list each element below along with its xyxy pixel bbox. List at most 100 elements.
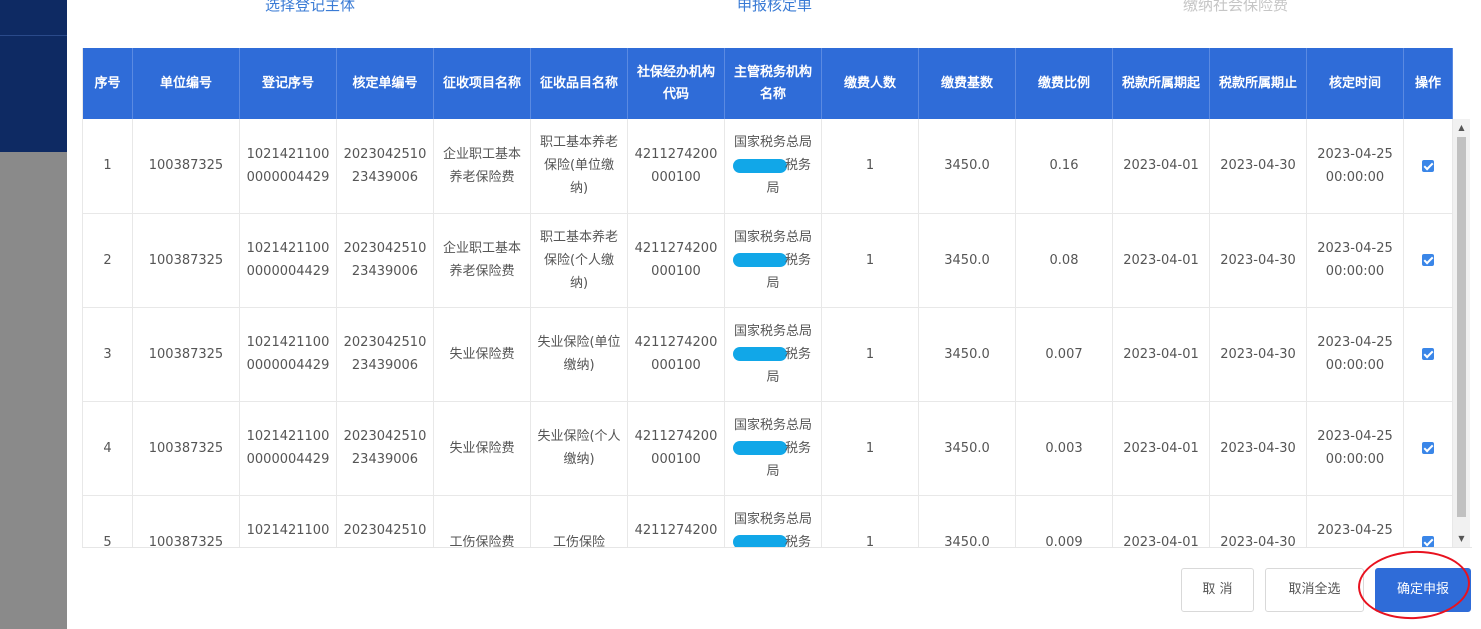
cell-sub: 失业保险(个人缴纳) xyxy=(530,401,628,496)
cell-time: 2023-04-25 00:00:00 xyxy=(1306,401,1404,496)
background-navy-header xyxy=(0,0,67,152)
cell-check: 202304251023439006 xyxy=(336,213,434,308)
cell-start: 2023-04-01 xyxy=(1112,119,1210,214)
tax-org-prefix: 国家税务总局 xyxy=(733,323,812,339)
checked-checkbox-icon[interactable] xyxy=(1422,442,1434,454)
column-header: 社保经办机构代码 xyxy=(627,48,725,119)
cell-end: 2023-04-30 xyxy=(1209,119,1307,214)
column-header: 核定单编号 xyxy=(336,48,434,119)
cell-sub: 职工基本养老保险(个人缴纳) xyxy=(530,213,628,308)
cell-operation xyxy=(1403,495,1453,547)
cell-unit: 100387325 xyxy=(132,401,240,496)
column-header: 征收项目名称 xyxy=(433,48,531,119)
step-select-subject: 选择登记主体 xyxy=(265,0,356,14)
tax-org-prefix: 国家税务总局 xyxy=(733,417,812,433)
cell-end: 2023-04-30 xyxy=(1209,401,1307,496)
cell-item: 工伤保险费 xyxy=(433,495,531,547)
table-row[interactable]: 1 100387325 10214211000000004429 2023042510… xyxy=(82,119,1453,214)
cell-org_code: 4211274200000100 xyxy=(627,307,725,402)
scroll-thumb[interactable] xyxy=(1457,137,1466,517)
cell-unit: 100387325 xyxy=(132,213,240,308)
cell-reg: 10214211000000004429 xyxy=(239,307,337,402)
cell-item: 企业职工基本养老保险费 xyxy=(433,119,531,214)
cell-operation xyxy=(1403,119,1453,214)
cell-time: 2023-04-25 00:00:00 xyxy=(1306,213,1404,308)
cell-count: 1 xyxy=(821,307,919,402)
cell-unit: 100387325 xyxy=(132,307,240,402)
column-header: 序号 xyxy=(82,48,133,119)
table-scrollbar[interactable]: ▲ ▼ xyxy=(1453,119,1470,547)
cell-ratio: 0.003 xyxy=(1015,401,1113,496)
cell-item: 企业职工基本养老保险费 xyxy=(433,213,531,308)
table-row[interactable]: 5100387325102142110000000044292023042510… xyxy=(82,495,1453,547)
cell-base: 3450.0 xyxy=(918,119,1016,214)
cell-check: 202304251023439006 xyxy=(336,401,434,496)
step-pay-insurance: 缴纳社会保险费 xyxy=(1183,0,1289,14)
cancel-button[interactable]: 取 消 xyxy=(1181,568,1254,612)
cell-item: 失业保险费 xyxy=(433,401,531,496)
cell-tax-org: 国家税务总局税务局 xyxy=(724,307,822,402)
cell-base: 3450.0 xyxy=(918,495,1016,547)
cell-reg: 10214211000000004429 xyxy=(239,495,337,547)
cell-end: 2023-04-30 xyxy=(1209,213,1307,308)
column-header: 缴费基数 xyxy=(918,48,1016,119)
cell-unit: 100387325 xyxy=(132,495,240,547)
cell-check: 202304251023439006 xyxy=(336,119,434,214)
cell-reg: 10214211000000004429 xyxy=(239,119,337,214)
cell-base: 3450.0 xyxy=(918,213,1016,308)
redaction-mark xyxy=(732,158,787,173)
cell-tax-org: 国家税务总局税务局 xyxy=(724,495,822,547)
checked-checkbox-icon[interactable] xyxy=(1422,348,1434,360)
checked-checkbox-icon[interactable] xyxy=(1422,536,1434,547)
cell-sub: 职工基本养老保险(单位缴纳) xyxy=(530,119,628,214)
cell-org_code: 4211274200000100 xyxy=(627,119,725,214)
cell-ratio: 0.08 xyxy=(1015,213,1113,308)
column-header: 单位编号 xyxy=(132,48,240,119)
cell-count: 1 xyxy=(821,213,919,308)
background-overlay xyxy=(0,0,67,629)
redaction-mark xyxy=(732,347,787,361)
cell-operation xyxy=(1403,213,1453,308)
table-row[interactable]: 4 100387325 10214211000000004429 2023042510… xyxy=(82,401,1453,496)
cell-ratio: 0.16 xyxy=(1015,119,1113,214)
redaction-mark xyxy=(732,535,787,547)
cell-reg: 10214211000000004429 xyxy=(239,213,337,308)
redaction-mark xyxy=(732,441,787,455)
cell-sub: 失业保险(单位缴纳) xyxy=(530,307,628,402)
cell-count: 1 xyxy=(821,401,919,496)
table-row[interactable]: 3 100387325 10214211000000004429 2023042510… xyxy=(82,307,1453,402)
column-header: 征收品目名称 xyxy=(530,48,628,119)
cell-org_code: 4211274200000100 xyxy=(627,401,725,496)
checked-checkbox-icon[interactable] xyxy=(1422,254,1434,266)
cell-item: 失业保险费 xyxy=(433,307,531,402)
cell-operation xyxy=(1403,401,1453,496)
cell-no: 5 xyxy=(82,495,133,547)
confirm-declare-button[interactable]: 确定申报 xyxy=(1375,568,1471,612)
cell-end: 2023-04-30 xyxy=(1209,495,1307,547)
cell-time: 2023-04-25 00:00:00 xyxy=(1306,495,1404,547)
cell-check: 202304251023439006 xyxy=(336,307,434,402)
verification-table-container: 序号 单位编号 登记序号 核定单编号 征收项目名称 征收品目名称 社保经办机构代码 主管税务机… xyxy=(82,48,1472,548)
checked-checkbox-icon[interactable] xyxy=(1422,159,1434,172)
cell-no: 2 xyxy=(82,213,133,308)
cell-end: 2023-04-30 xyxy=(1209,307,1307,402)
step-declare-form: 申报核定单 xyxy=(737,0,813,14)
cell-start: 2023-04-01 xyxy=(1112,495,1210,547)
cell-unit: 100387325 xyxy=(132,119,240,214)
cell-count: 1 xyxy=(821,495,919,547)
deselect-all-button[interactable]: 取消全选 xyxy=(1265,568,1364,612)
column-header: 主管税务机构名称 xyxy=(724,48,822,119)
column-header: 登记序号 xyxy=(239,48,337,119)
scroll-up-arrow-icon[interactable]: ▲ xyxy=(1453,119,1470,136)
column-header: 缴费比例 xyxy=(1015,48,1113,119)
cell-ratio: 0.009 xyxy=(1015,495,1113,547)
column-header: 核定时间 xyxy=(1306,48,1404,119)
table-row[interactable]: 2 100387325 10214211000000004429 2023042510… xyxy=(82,213,1453,308)
verification-table: 序号 单位编号 登记序号 核定单编号 征收项目名称 征收品目名称 社保经办机构代码 主管税务机… xyxy=(82,48,1453,547)
dialog-footer: 取 消 取消全选 确定申报 xyxy=(67,560,1481,629)
cell-no: 1 xyxy=(82,119,133,214)
column-header: 税款所属期止 xyxy=(1209,48,1307,119)
cell-tax-org: 国家税务总局税务局 xyxy=(724,401,822,496)
scroll-down-arrow-icon[interactable]: ▼ xyxy=(1453,530,1470,547)
redaction-mark xyxy=(732,253,787,267)
